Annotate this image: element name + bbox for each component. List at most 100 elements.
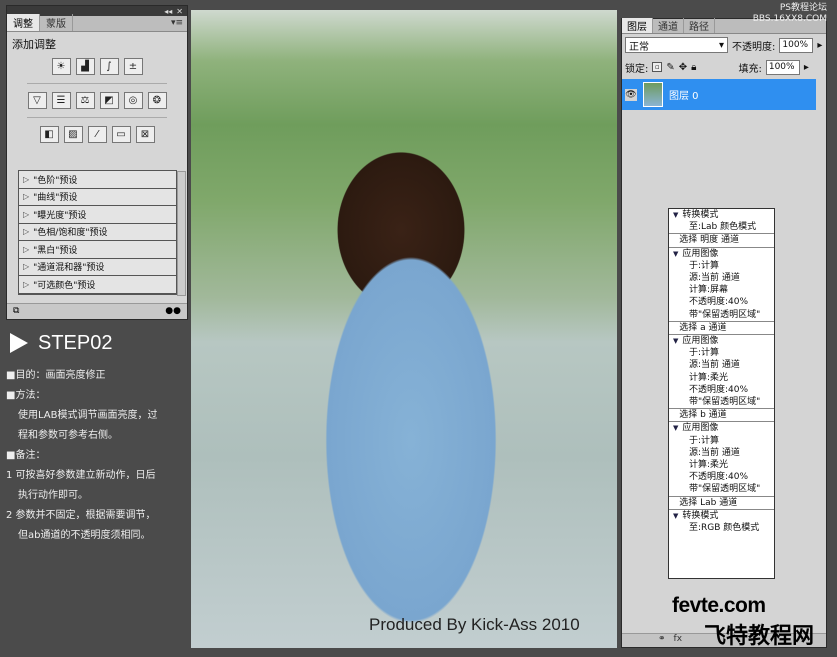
list-item[interactable]: ▼ 应用图像 xyxy=(669,334,774,347)
brightness-icon[interactable]: ☀ xyxy=(51,58,71,75)
selective-color-icon[interactable]: ⊠ xyxy=(135,126,155,143)
tab-mask[interactable]: 蒙版 xyxy=(40,14,73,31)
action-detail: 于:计算 xyxy=(689,435,720,446)
chevron-right-icon[interactable]: ▸ xyxy=(817,40,822,51)
action-detail: 不透明度:40% xyxy=(689,384,749,395)
lock-move-icon[interactable]: ✥ xyxy=(679,62,687,73)
action-detail: 不透明度:40% xyxy=(689,297,749,308)
expand-triangle-icon[interactable]: ▼ xyxy=(673,510,678,522)
preset-label: "黑白"预设 xyxy=(33,245,78,256)
list-item[interactable]: ▼ 应用图像 xyxy=(669,246,774,260)
list-item[interactable]: 选择 明度 通道 xyxy=(669,233,774,246)
list-item[interactable]: 选择 b 通道 xyxy=(669,408,774,421)
clip-layer-icon[interactable]: ⧉ xyxy=(13,306,19,317)
scrollbar[interactable] xyxy=(177,171,186,296)
expand-triangle-icon[interactable]: ▷ xyxy=(23,175,29,184)
tab-paths[interactable]: 路径 xyxy=(684,18,715,33)
divider xyxy=(27,117,167,118)
action-detail: 源:当前 通道 xyxy=(689,273,740,284)
black-white-icon[interactable]: ◩ xyxy=(99,92,119,109)
posterize-icon[interactable]: ▨ xyxy=(63,126,83,143)
lock-label: 锁定: xyxy=(625,63,649,75)
action-detail: 于:计算 xyxy=(689,348,720,359)
panel-menu-icon[interactable]: ▾≡ xyxy=(171,18,183,28)
action-step: 选择 Lab 通道 xyxy=(679,497,738,508)
tab-channels[interactable]: 通道 xyxy=(653,18,684,33)
expand-triangle-icon[interactable]: ▷ xyxy=(23,210,29,219)
expand-triangle-icon xyxy=(673,497,675,509)
tab-adjust[interactable]: 调整 xyxy=(7,14,40,31)
fx-icon[interactable]: fx xyxy=(674,634,683,647)
visibility-toggle-icon[interactable]: ●● xyxy=(165,306,181,317)
play-triangle-icon xyxy=(10,333,28,353)
note-heading: ■备注： xyxy=(6,450,46,461)
channel-mixer-icon[interactable]: ❂ xyxy=(147,92,167,109)
note-text: 2 参数并不固定，根据需要调节， xyxy=(6,510,156,521)
list-item[interactable]: ▷ "通道混和器"预设 xyxy=(19,259,176,276)
expand-triangle-icon[interactable]: ▷ xyxy=(23,245,29,254)
preset-label: "曲线"预设 xyxy=(33,193,78,204)
action-detail: 至:Lab 颜色模式 xyxy=(689,222,757,233)
action-detail: 源:当前 通道 xyxy=(689,360,740,371)
list-item[interactable]: ▷ "黑白"预设 xyxy=(19,241,176,259)
action-detail: 计算:柔光 xyxy=(689,460,729,471)
expand-triangle-icon[interactable]: ▷ xyxy=(23,280,29,289)
blend-mode-select[interactable]: 正常 ▾ xyxy=(625,37,728,53)
adjust-icon-row-3: ◧ ▨ ⁄ ▭ ⊠ xyxy=(7,126,187,143)
lock-paint-icon[interactable]: ✎ xyxy=(666,62,674,73)
list-item[interactable]: ▷ "色阶"预设 xyxy=(19,171,176,189)
lock-all-icon[interactable]: 🔒︎ xyxy=(691,62,696,73)
threshold-icon[interactable]: ⁄ xyxy=(87,126,107,143)
list-item[interactable]: ▷ "曲线"预设 xyxy=(19,189,176,206)
chevron-right-icon[interactable]: ▸ xyxy=(804,62,809,73)
note-text: 但ab通道的不透明度须相同。 xyxy=(18,530,151,541)
list-item[interactable]: ▷ "可选颜色"预设 xyxy=(19,276,176,294)
list-item[interactable]: 选择 Lab 通道 xyxy=(669,495,774,509)
eye-icon[interactable]: 👁︎ xyxy=(625,88,637,101)
link-icon[interactable]: ⚭ xyxy=(658,634,666,647)
levels-icon[interactable]: ▟ xyxy=(75,58,95,75)
expand-triangle-icon[interactable]: ▷ xyxy=(23,262,29,271)
blend-row: 正常 ▾ 不透明度: 100% ▸ xyxy=(622,34,826,56)
list-item[interactable]: ▷ "曝光度"预设 xyxy=(19,206,176,224)
list-item[interactable]: ▷ "色相/饱和度"预设 xyxy=(19,224,176,241)
action-detail: 带"保留透明区域" xyxy=(689,397,761,408)
action-step: 应用图像 xyxy=(682,248,719,259)
list-item[interactable]: ▼ 应用图像 xyxy=(669,421,774,434)
tab-layers[interactable]: 图层 xyxy=(622,18,653,33)
method-text: 程和参数可参考右侧。 xyxy=(18,430,118,441)
layer-thumbnail xyxy=(643,82,663,107)
close-icon[interactable]: ✕ xyxy=(176,7,183,16)
photo-filter-icon[interactable]: ◎ xyxy=(123,92,143,109)
expand-triangle-icon[interactable]: ▼ xyxy=(673,209,678,221)
divider xyxy=(27,83,167,84)
list-item[interactable]: ▼ 转换模式 xyxy=(669,209,774,221)
adjust-tabs: 调整 蒙版 ▾≡ xyxy=(7,14,187,32)
curves-icon[interactable]: ∫ xyxy=(99,58,119,75)
hue-sat-icon[interactable]: ☰ xyxy=(51,92,71,109)
step-header: STEP02 xyxy=(10,326,188,360)
expand-triangle-icon[interactable]: ▼ xyxy=(673,422,678,434)
action-step: 应用图像 xyxy=(682,336,719,347)
expand-triangle-icon[interactable]: ▷ xyxy=(23,192,29,201)
lock-transparency-icon[interactable]: ▫ xyxy=(652,62,663,72)
vibrance-icon[interactable]: ▽ xyxy=(27,92,47,109)
collapse-icon[interactable]: ◂◂ xyxy=(164,7,172,16)
layer-row[interactable]: 👁︎ 图层 0 xyxy=(622,79,816,110)
layer-name[interactable]: 图层 0 xyxy=(669,87,699,102)
adjust-icon-row-2: ▽ ☰ ⚖ ◩ ◎ ❂ xyxy=(7,92,187,109)
expand-triangle-icon[interactable]: ▷ xyxy=(23,227,29,236)
brand-logo-subtext: 飞特教程网 xyxy=(704,623,815,648)
gradient-map-icon[interactable]: ▭ xyxy=(111,126,131,143)
invert-icon[interactable]: ◧ xyxy=(39,126,59,143)
list-item[interactable]: ▼ 转换模式 xyxy=(669,508,774,522)
exposure-icon[interactable]: ± xyxy=(123,58,143,75)
action-step: 应用图像 xyxy=(682,423,719,434)
opacity-input[interactable]: 100% xyxy=(779,37,814,53)
color-balance-icon[interactable]: ⚖ xyxy=(75,92,95,109)
fill-input[interactable]: 100% xyxy=(765,59,800,75)
expand-triangle-icon xyxy=(673,234,675,246)
expand-triangle-icon[interactable]: ▼ xyxy=(673,335,678,347)
expand-triangle-icon[interactable]: ▼ xyxy=(673,248,678,260)
list-item[interactable]: 选择 a 通道 xyxy=(669,320,774,334)
